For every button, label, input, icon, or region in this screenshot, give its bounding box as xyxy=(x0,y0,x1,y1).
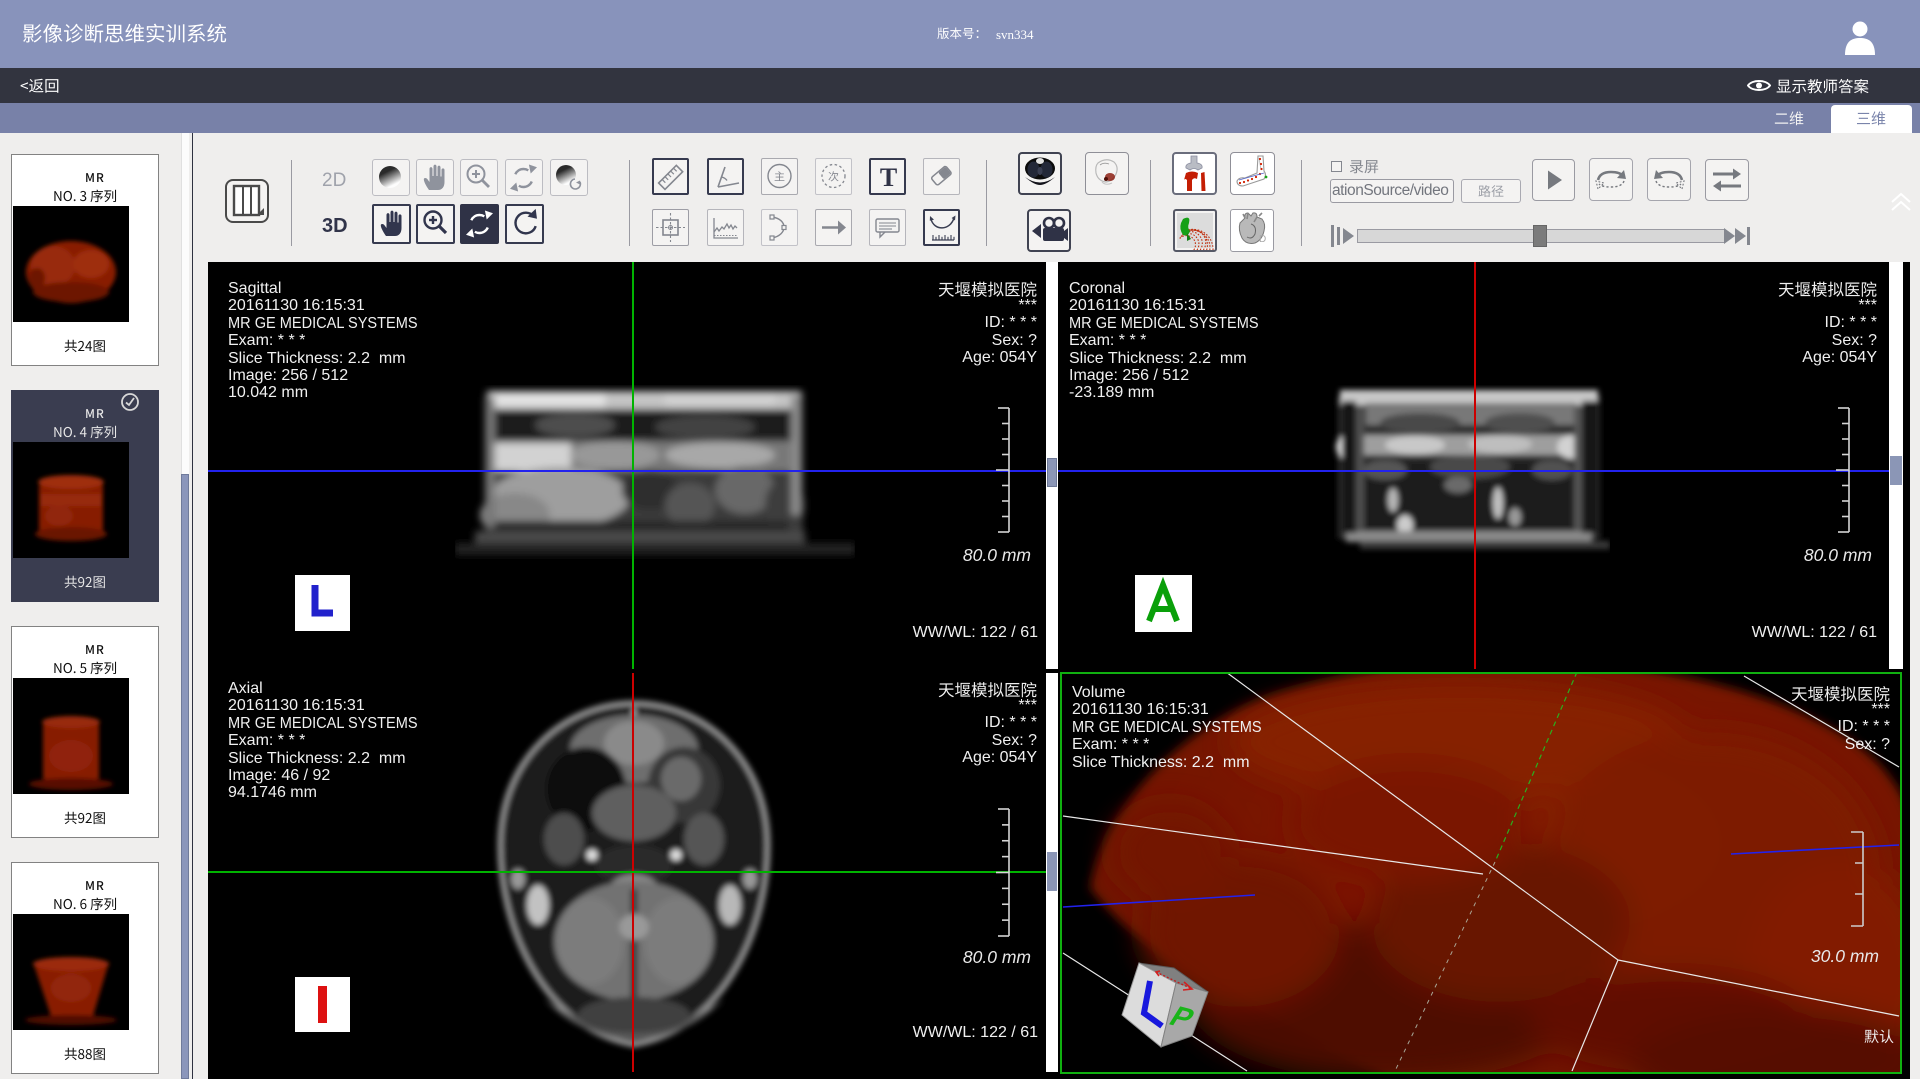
svg-text:D: D xyxy=(1259,234,1266,245)
svg-text:T: T xyxy=(880,163,897,192)
